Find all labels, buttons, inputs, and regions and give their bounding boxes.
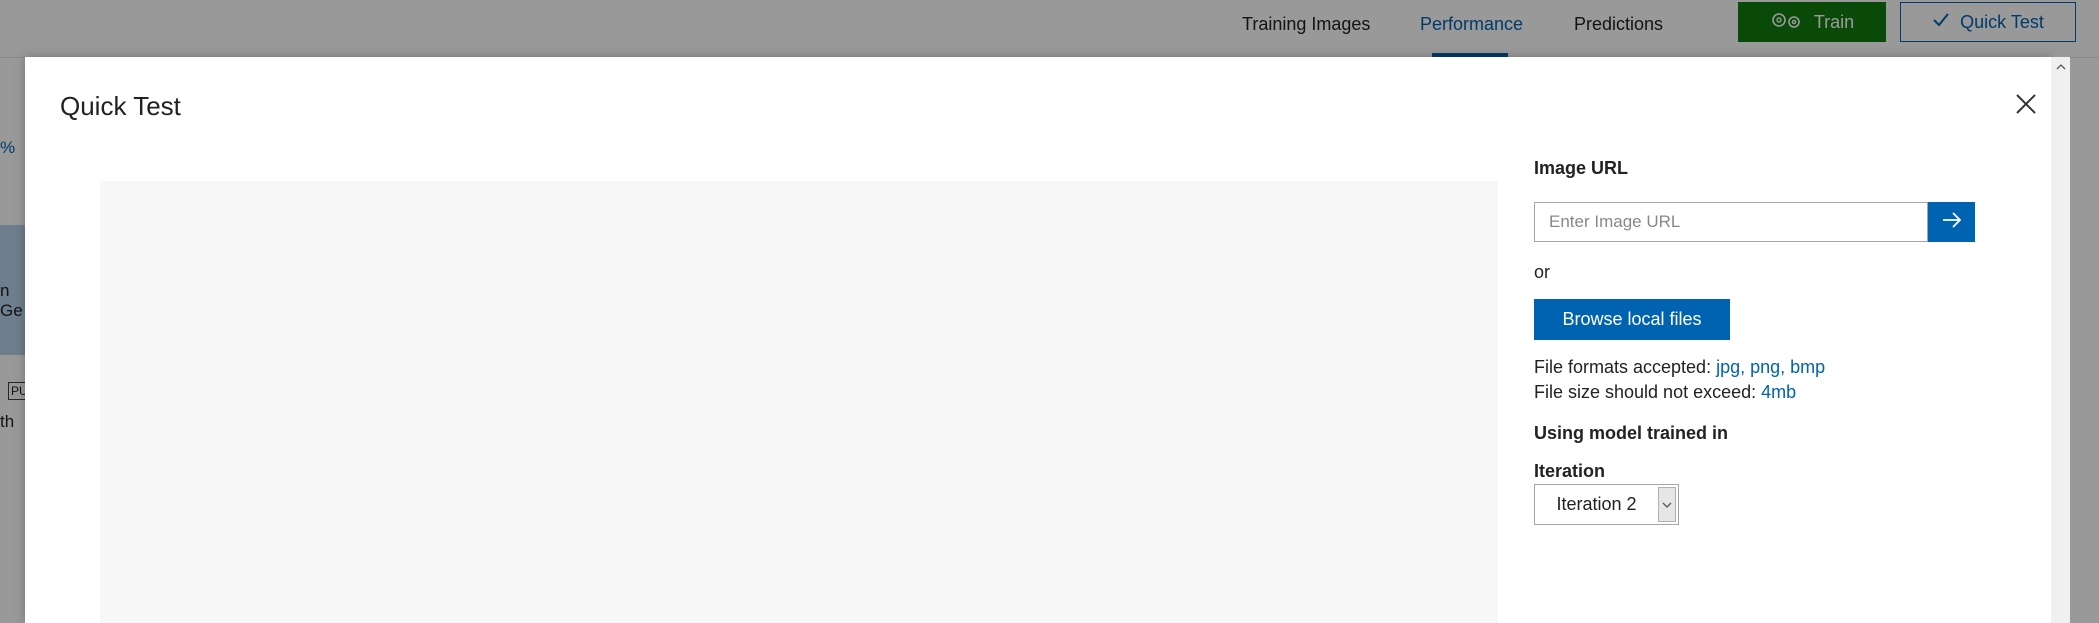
file-formats-value: jpg, png, bmp xyxy=(1716,357,1826,377)
image-url-input[interactable] xyxy=(1534,202,1928,242)
image-url-label: Image URL xyxy=(1534,158,1629,178)
dialog-title: Quick Test xyxy=(60,91,181,121)
or-text: or xyxy=(1534,262,1551,282)
model-label: Using model trained in xyxy=(1534,423,1729,443)
scroll-up-icon[interactable] xyxy=(2051,57,2070,77)
file-size-text: File size should not exceed: 4mb xyxy=(1534,382,1796,403)
iteration-select[interactable]: Iteration 2 xyxy=(1534,484,1679,525)
arrow-right-icon xyxy=(1941,211,1963,234)
close-icon[interactable] xyxy=(2010,88,2042,120)
browse-local-files-button[interactable]: Browse local files xyxy=(1534,299,1730,340)
image-preview-area xyxy=(100,181,1498,623)
iteration-label: Iteration xyxy=(1534,461,1606,481)
chevron-down-icon[interactable] xyxy=(1658,487,1676,522)
file-size-label: File size should not exceed: xyxy=(1534,382,1757,402)
submit-url-button[interactable] xyxy=(1928,202,1975,242)
file-formats-text: File formats accepted: jpg, png, bmp xyxy=(1534,357,1825,378)
file-size-value: 4mb xyxy=(1761,382,1797,402)
quick-test-dialog: Quick Test Image URL or Browse local fil… xyxy=(25,57,2051,623)
dialog-scrollbar[interactable] xyxy=(2051,57,2070,623)
file-formats-label: File formats accepted: xyxy=(1534,357,1712,377)
iteration-selected-value: Iteration 2 xyxy=(1556,494,1637,514)
